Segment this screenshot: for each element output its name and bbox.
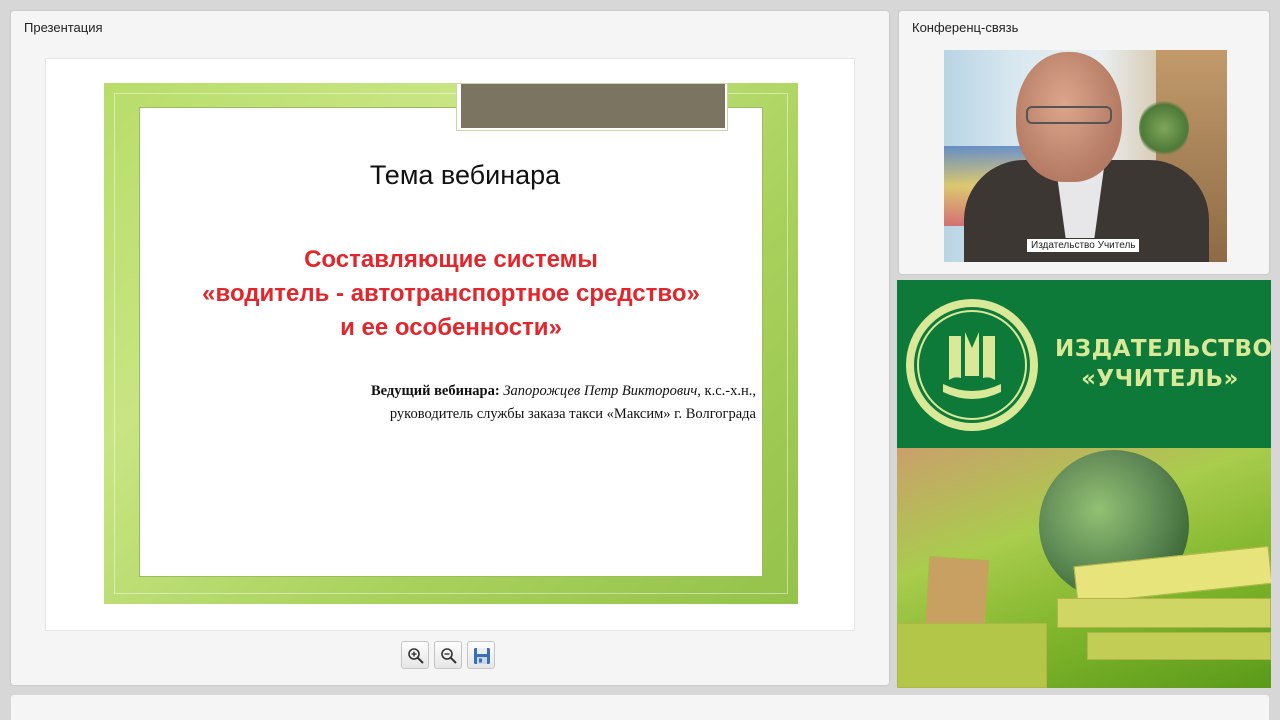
slide-title: Составляющие системы «водитель - автотра… bbox=[140, 243, 762, 345]
webcam-video[interactable]: Издательство Учитель bbox=[944, 50, 1227, 262]
slide-presenter-info: Ведущий вебинара: Запорожцев Петр Виктор… bbox=[371, 380, 756, 426]
slide-title-line-1: Составляющие системы bbox=[304, 246, 598, 273]
video-participant-label: Издательство Учитель bbox=[1027, 239, 1140, 252]
slide-heading: Тема вебинара bbox=[369, 160, 561, 190]
presentation-panel-title: Презентация bbox=[24, 20, 103, 35]
zoom-in-button[interactable] bbox=[401, 641, 429, 669]
presenter-degree: , к.с.-х.н., bbox=[697, 383, 756, 399]
zoom-out-icon bbox=[441, 648, 457, 664]
publisher-banner: ИЗДАТЕЛЬСТВО «УЧИТЕЛЬ» bbox=[897, 280, 1271, 688]
zoom-out-button[interactable] bbox=[434, 641, 462, 669]
presenter-name: Запорожцев Петр Викторович bbox=[503, 383, 698, 399]
zoom-in-icon bbox=[408, 648, 424, 664]
publisher-name-line-2: «УЧИТЕЛЬ» bbox=[1081, 366, 1239, 392]
save-icon bbox=[474, 648, 490, 664]
slide: Тема вебинара Составляющие системы «води… bbox=[104, 83, 798, 604]
banner-books-image bbox=[897, 448, 1271, 688]
save-button[interactable] bbox=[467, 641, 495, 669]
banner-header: ИЗДАТЕЛЬСТВО «УЧИТЕЛЬ» bbox=[897, 280, 1271, 448]
presenter-position: руководитель службы заказа такси «Максим… bbox=[389, 406, 756, 422]
slide-viewer: Тема вебинара Составляющие системы «води… bbox=[45, 58, 855, 631]
publisher-name-line-1: ИЗДАТЕЛЬСТВО bbox=[1055, 336, 1271, 362]
conference-panel-title: Конференц-связь bbox=[912, 20, 1019, 35]
slide-content-area: Тема вебинара Составляющие системы «води… bbox=[139, 107, 763, 577]
slide-decor-tab bbox=[456, 83, 728, 131]
bottom-panel bbox=[11, 695, 1269, 720]
presentation-panel: Презентация Тема вебинара Составляющие с… bbox=[11, 11, 889, 685]
presenter-label: Ведущий вебинара: bbox=[371, 383, 500, 399]
publisher-logo-icon bbox=[906, 299, 1038, 431]
slide-title-line-3: и ее особенности» bbox=[340, 314, 562, 341]
conference-panel: Конференц-связь Издательство Учитель bbox=[899, 11, 1269, 274]
presentation-toolbar bbox=[401, 641, 501, 671]
slide-title-line-2: «водитель - автотранспортное средство» bbox=[202, 280, 700, 307]
publisher-name: ИЗДАТЕЛЬСТВО «УЧИТЕЛЬ» bbox=[1055, 334, 1271, 394]
